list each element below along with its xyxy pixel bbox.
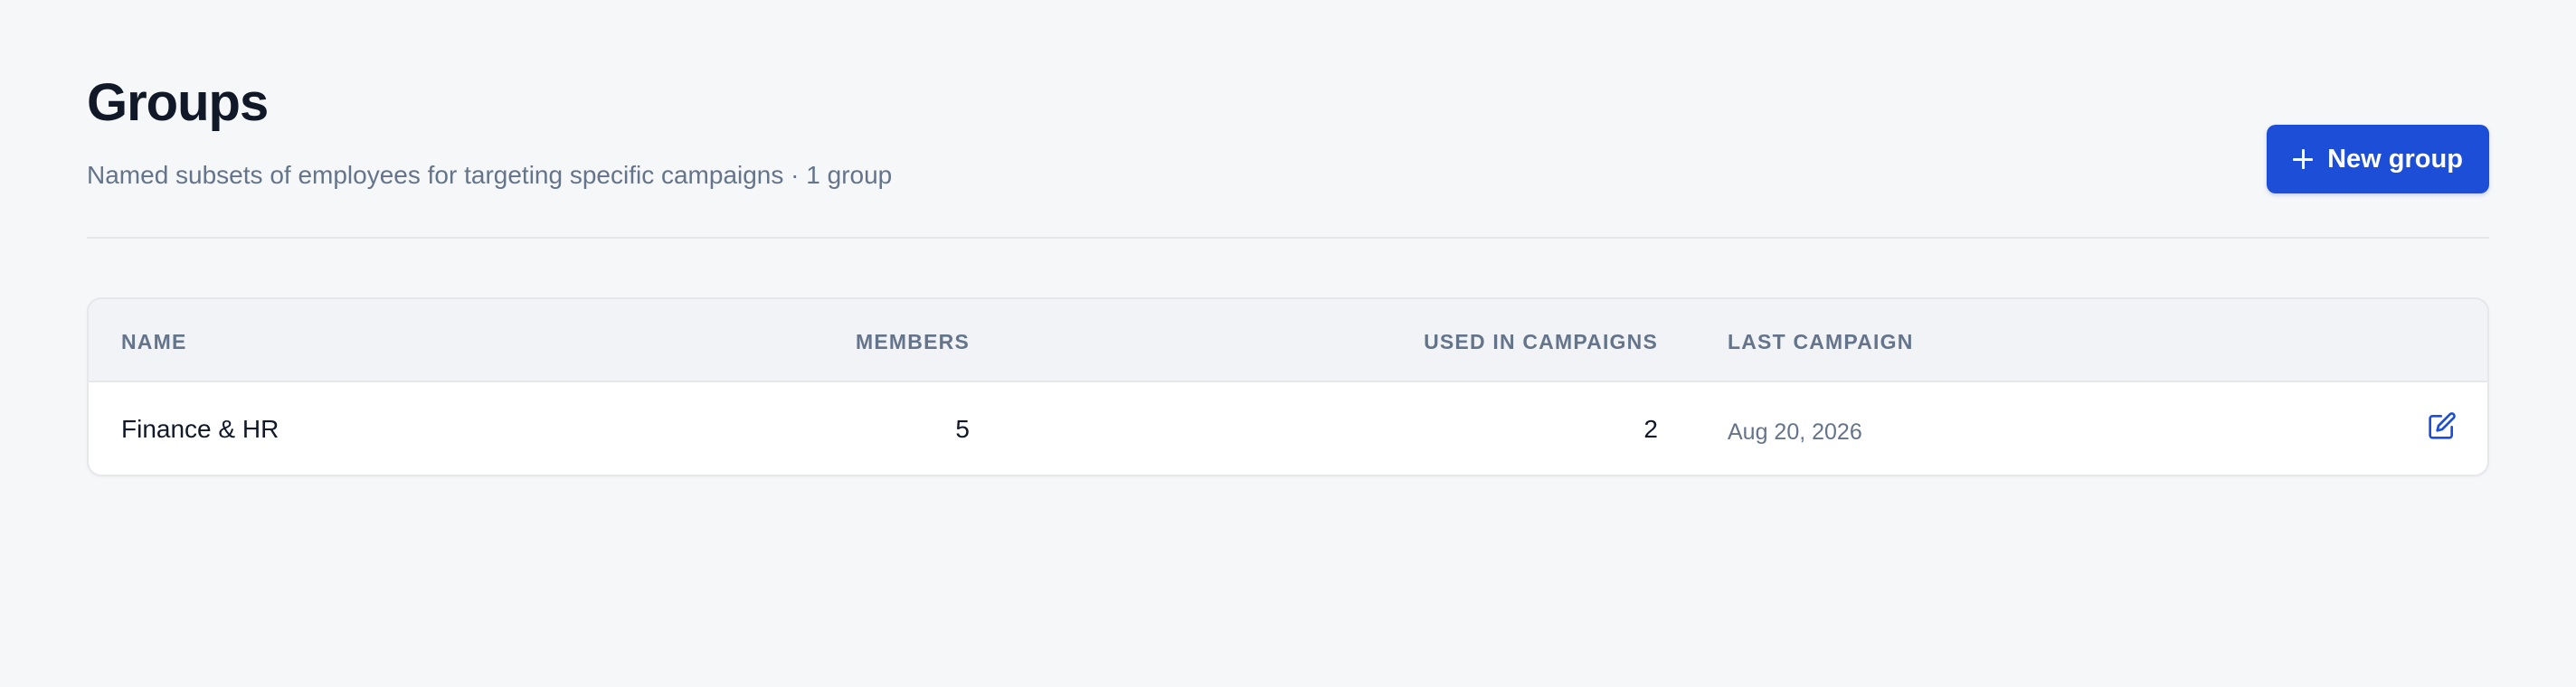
table-row[interactable]: Finance & HR 5 2 Aug 20, 2026 <box>89 382 2487 475</box>
column-header-members[interactable]: MEMBERS <box>856 329 970 354</box>
page-subtitle: Named subsets of employees for targeting… <box>87 161 893 189</box>
column-header-used-in-campaigns[interactable]: USED IN CAMPAIGNS <box>1424 329 1658 354</box>
group-last-campaign: Aug 20, 2026 <box>1728 419 1862 445</box>
plus-icon <box>2293 149 2314 169</box>
page-title: Groups <box>87 73 269 132</box>
group-name[interactable]: Finance & HR <box>121 413 279 446</box>
edit-icon <box>2429 412 2456 439</box>
table-header: NAME MEMBERS USED IN CAMPAIGNS LAST CAMP… <box>89 299 2487 382</box>
column-header-last-campaign[interactable]: LAST CAMPAIGN <box>1728 329 1914 354</box>
column-header-name[interactable]: NAME <box>121 329 187 354</box>
edit-group-button[interactable] <box>2428 411 2457 440</box>
new-group-button[interactable]: New group <box>2267 125 2489 193</box>
groups-table: NAME MEMBERS USED IN CAMPAIGNS LAST CAMP… <box>87 297 2489 476</box>
page-header: Groups Named subsets of employees for ta… <box>87 0 2489 239</box>
group-used-in-campaigns: 2 <box>1643 415 1658 443</box>
group-members-count: 5 <box>955 415 970 443</box>
groups-page: Groups Named subsets of employees for ta… <box>87 0 2489 476</box>
new-group-button-label: New group <box>2327 144 2463 174</box>
